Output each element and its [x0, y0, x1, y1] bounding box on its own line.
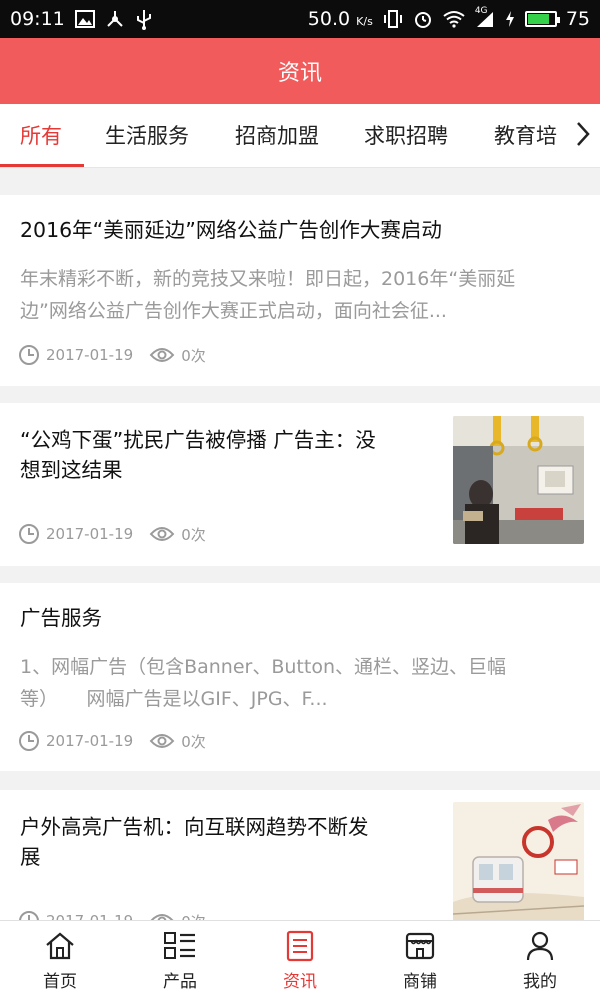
home-icon: [44, 929, 76, 963]
tab-label: 招商加盟: [235, 124, 319, 148]
status-bar: 09:11 50.0 K/s 4G 75: [0, 0, 600, 38]
nav-label: 我的: [523, 972, 557, 992]
store-icon: [404, 929, 436, 963]
clock-icon: [18, 344, 40, 366]
battery-level: 75: [565, 8, 590, 30]
eye-icon: [149, 732, 175, 750]
page-title: 资讯: [277, 61, 322, 86]
article-date: 2017-01-19: [46, 732, 134, 750]
nav-label: 产品: [163, 972, 197, 992]
nav-news[interactable]: 资讯: [240, 921, 360, 1000]
nav-label: 首页: [43, 972, 77, 992]
article-title: “公鸡下蛋”扰民广告被停播 广告主：没 想到这结果: [20, 428, 376, 482]
vibrate-icon: [382, 9, 404, 29]
article-meta: 2017-01-19 0次: [18, 730, 206, 752]
article-views: 0次: [181, 911, 206, 921]
share-icon: [105, 9, 125, 29]
category-tabs: 所有 生活服务 招商加盟 求职招聘 教育培: [0, 104, 600, 168]
article-meta: 2017-01-19 0次: [18, 910, 206, 920]
article-summary: 1、网幅广告（包含Banner、Button、通栏、竖边、巨幅 等） 网幅广告是…: [20, 656, 506, 710]
tab-label: 教育培: [494, 124, 557, 148]
article-views: 0次: [181, 525, 206, 544]
article-card[interactable]: 广告服务 1、网幅广告（包含Banner、Button、通栏、竖边、巨幅 等） …: [0, 583, 600, 771]
article-date: 2017-01-19: [46, 346, 134, 364]
article-date: 2017-01-19: [46, 525, 134, 543]
news-icon: [285, 929, 315, 963]
tab-education[interactable]: 教育培: [494, 104, 557, 167]
tab-label: 生活服务: [105, 124, 189, 148]
tab-life-services[interactable]: 生活服务: [105, 104, 189, 167]
usb-icon: [135, 8, 153, 30]
article-summary: 年末精彩不断，新的竞技又来啦！即日起，2016年“美丽延 边”网络公益广告创作大…: [20, 268, 516, 322]
battery-icon: [524, 11, 560, 27]
article-views: 0次: [181, 732, 206, 751]
eye-icon: [149, 912, 175, 920]
nav-home[interactable]: 首页: [0, 921, 120, 1000]
network-speed: 50.0 K/s: [307, 8, 373, 30]
article-meta: 2017-01-19 0次: [18, 344, 206, 366]
eye-icon: [149, 346, 175, 364]
article-card[interactable]: “公鸡下蛋”扰民广告被停播 广告主：没 想到这结果 2017-01-19 0次: [0, 403, 600, 566]
article-title: 广告服务: [20, 606, 102, 630]
article-title: 2016年“美丽延边”网络公益广告创作大赛启动: [20, 218, 442, 242]
bottom-navigation: 首页 产品 资讯 商铺 我的: [0, 920, 600, 1000]
subway-photo-thumbnail: [453, 416, 584, 544]
tab-jobs[interactable]: 求职招聘: [364, 104, 448, 167]
user-icon: [525, 929, 555, 963]
nav-profile[interactable]: 我的: [480, 921, 600, 1000]
article-date: 2017-01-19: [46, 912, 133, 920]
article-card[interactable]: 2016年“美丽延边”网络公益广告创作大赛启动 年末精彩不断，新的竞技又来啦！即…: [0, 195, 600, 386]
clock-icon: [18, 730, 40, 752]
grid-list-icon: [163, 929, 197, 963]
wifi-icon: [442, 10, 466, 28]
article-list: 2016年“美丽延边”网络公益广告创作大赛启动 年末精彩不断，新的竞技又来啦！即…: [0, 168, 600, 920]
nav-products[interactable]: 产品: [120, 921, 240, 1000]
tabs-scroll-right-button[interactable]: [566, 104, 600, 167]
eye-icon: [149, 525, 175, 543]
charging-icon: [504, 10, 516, 28]
alarm-icon: [413, 9, 433, 29]
article-title: 户外高亮广告机：向互联网趋势不断发 展: [20, 815, 369, 869]
nav-stores[interactable]: 商铺: [360, 921, 480, 1000]
article-views: 0次: [181, 346, 206, 365]
clock-icon: [18, 523, 40, 545]
article-meta: 2017-01-19 0次: [18, 523, 206, 545]
signal-icon: 4G: [475, 6, 495, 28]
tab-all[interactable]: 所有: [20, 104, 62, 167]
tab-label: 所有: [20, 124, 62, 148]
tab-franchise[interactable]: 招商加盟: [235, 104, 319, 167]
nav-label: 资讯: [283, 972, 317, 992]
article-card[interactable]: 户外高亮广告机：向互联网趋势不断发 展 2017-01-19 0次: [0, 790, 600, 920]
status-time: 09:11: [10, 8, 65, 30]
image-icon: [74, 10, 95, 28]
chevron-right-icon: [575, 120, 591, 152]
clock-icon: [18, 910, 40, 920]
illustration-thumbnail: [453, 802, 584, 920]
tab-label: 求职招聘: [364, 124, 448, 148]
nav-label: 商铺: [403, 972, 437, 992]
app-header: 资讯: [0, 38, 600, 104]
